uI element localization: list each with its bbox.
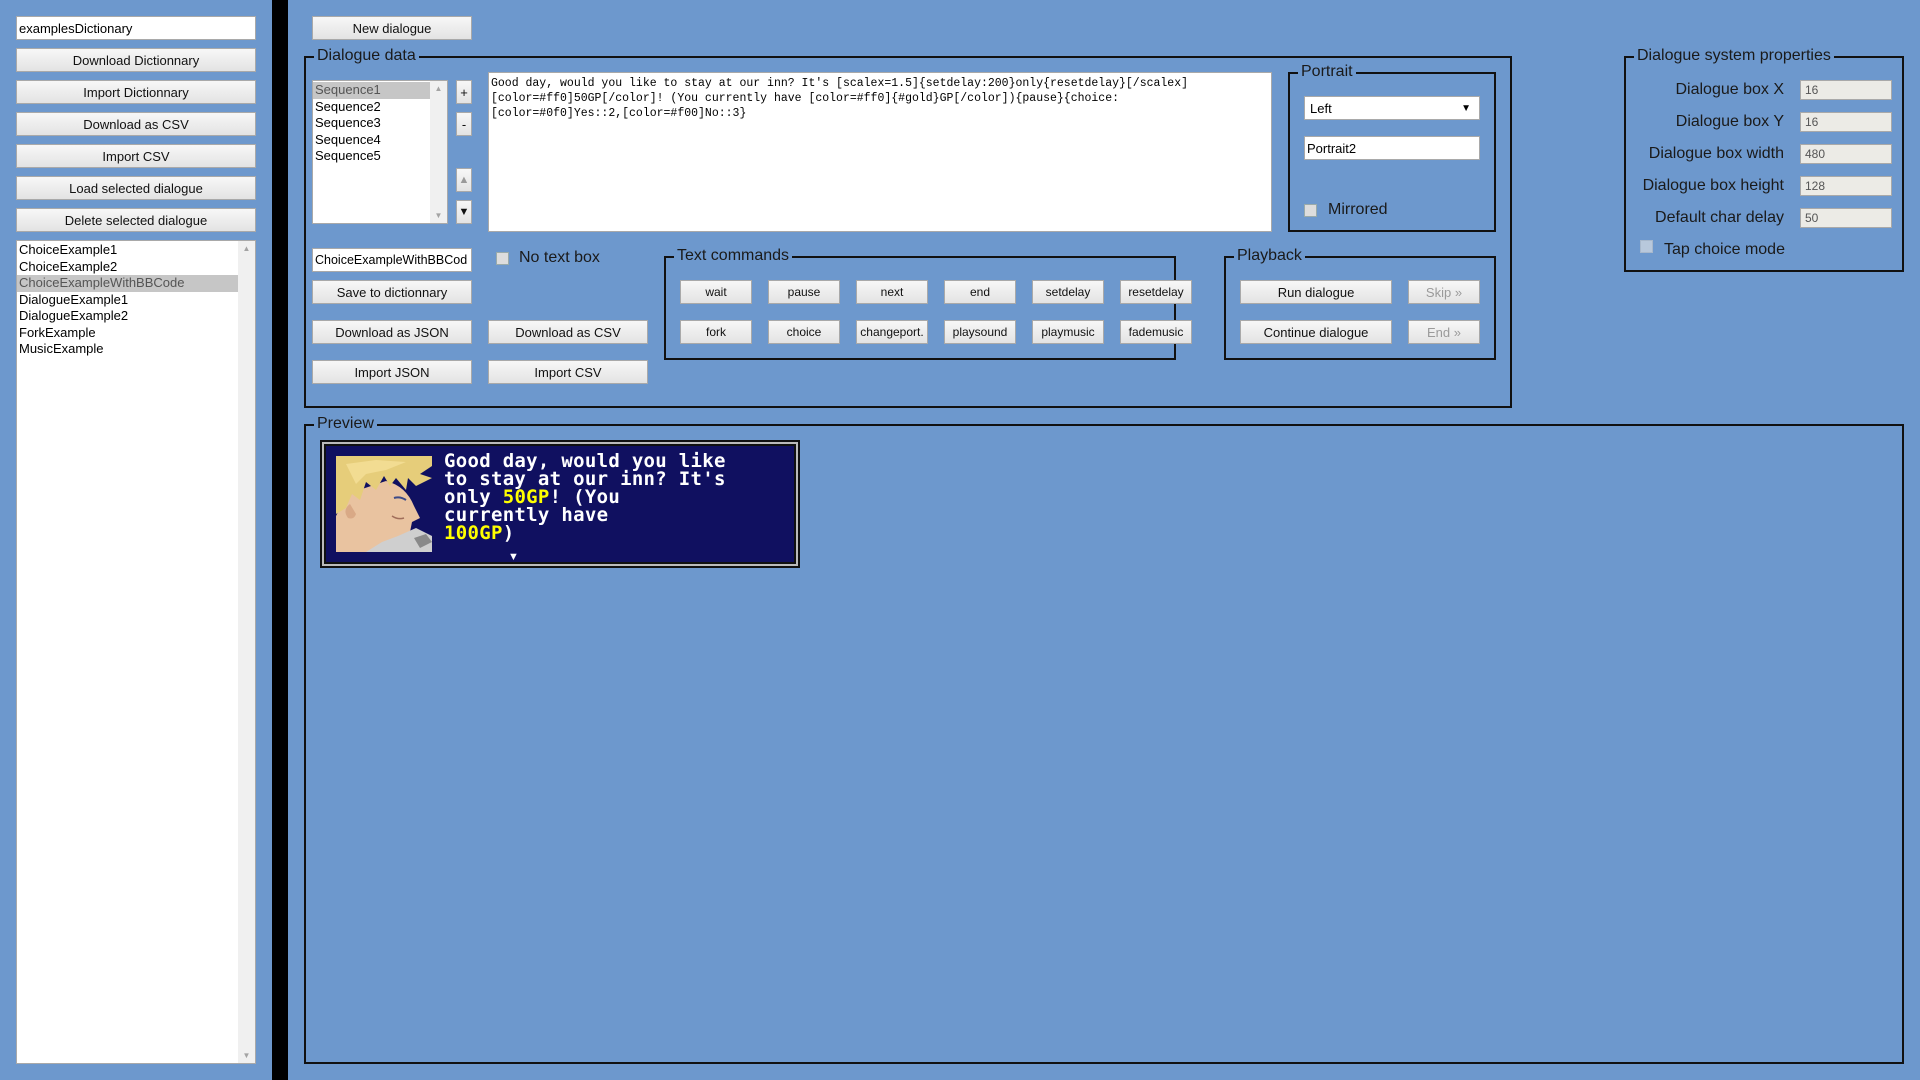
- new-dialogue-button[interactable]: New dialogue: [312, 16, 472, 40]
- property-label: Dialogue box Y: [1675, 113, 1784, 130]
- character-portrait: [336, 456, 432, 552]
- portrait-position-value: Left: [1310, 100, 1332, 116]
- sequence-list-item[interactable]: Sequence2: [313, 99, 447, 116]
- import-dialogue-csv-button[interactable]: Import CSV: [488, 360, 648, 384]
- import-csv-button[interactable]: Import CSV: [16, 144, 256, 168]
- dialogue-list-item[interactable]: DialogueExample2: [17, 308, 255, 325]
- property-value-input[interactable]: 16: [1800, 112, 1892, 132]
- command-wait-button[interactable]: wait: [680, 280, 752, 304]
- move-sequence-down-button[interactable]: ▼: [456, 200, 472, 224]
- portrait-name-input[interactable]: Portrait2: [1304, 136, 1480, 160]
- dictionary-name-input[interactable]: examplesDictionary: [16, 16, 256, 40]
- property-label: Default char delay: [1655, 209, 1784, 226]
- portrait-legend: Portrait: [1298, 63, 1356, 81]
- scroll-down-icon[interactable]: ▼: [238, 1051, 255, 1060]
- property-label: Dialogue box width: [1648, 145, 1784, 162]
- sequence-list-scrollbar[interactable]: ▲ ▼: [430, 81, 447, 223]
- no-text-box-label: No text box: [519, 249, 600, 266]
- preview-dialogue-box[interactable]: Good day, would you like to stay at our i…: [320, 440, 800, 568]
- scroll-down-icon[interactable]: ▼: [430, 211, 447, 220]
- end-button[interactable]: End »: [1408, 320, 1480, 344]
- properties-legend: Dialogue system properties: [1634, 47, 1834, 65]
- dialogue-list-item[interactable]: MusicExample: [17, 341, 255, 358]
- run-dialogue-button[interactable]: Run dialogue: [1240, 280, 1392, 304]
- command-playsound-button[interactable]: playsound: [944, 320, 1016, 344]
- mirrored-label: Mirrored: [1328, 201, 1388, 218]
- no-text-box-checkbox[interactable]: [496, 252, 509, 265]
- command-choice-button[interactable]: choice: [768, 320, 840, 344]
- playback-legend: Playback: [1234, 247, 1305, 265]
- continue-dialogue-button[interactable]: Continue dialogue: [1240, 320, 1392, 344]
- property-value-input[interactable]: 16: [1800, 80, 1892, 100]
- property-label: Dialogue box height: [1642, 177, 1784, 194]
- dialogue-data-legend: Dialogue data: [314, 47, 419, 65]
- preview-legend: Preview: [314, 415, 377, 433]
- portrait-image-icon: [336, 456, 432, 552]
- panel-divider[interactable]: [272, 0, 288, 1080]
- command-playmusic-button[interactable]: playmusic: [1032, 320, 1104, 344]
- preview-highlight-text: 100GP: [444, 522, 503, 544]
- command-end-button[interactable]: end: [944, 280, 1016, 304]
- import-json-button[interactable]: Import JSON: [312, 360, 472, 384]
- sequence-list-item[interactable]: Sequence1: [313, 82, 447, 99]
- save-to-dictionary-button[interactable]: Save to dictionnary: [312, 280, 472, 304]
- move-sequence-up-button[interactable]: ▲: [456, 168, 472, 192]
- dialogue-list-item[interactable]: ForkExample: [17, 325, 255, 342]
- command-setdelay-button[interactable]: setdelay: [1032, 280, 1104, 304]
- dialogue-list-item[interactable]: ChoiceExampleWithBBCode: [17, 275, 255, 292]
- sequence-list[interactable]: Sequence1 Sequence2 Sequence3 Sequence4 Sequ…: [312, 80, 448, 224]
- property-value-input[interactable]: 50: [1800, 208, 1892, 228]
- dialogue-list-scrollbar[interactable]: ▲ ▼: [238, 241, 255, 1063]
- dialogue-text-editor[interactable]: Good day, would you like to stay at our …: [488, 72, 1272, 232]
- download-dictionary-button[interactable]: Download Dictionnary: [16, 48, 256, 72]
- sequence-list-item[interactable]: Sequence3: [313, 115, 447, 132]
- property-label: Dialogue box X: [1675, 81, 1784, 98]
- dialogue-list[interactable]: ChoiceExample1 ChoiceExample2 ChoiceExampl…: [16, 240, 256, 1064]
- dialogue-list-item[interactable]: ChoiceExample1: [17, 242, 255, 259]
- skip-button[interactable]: Skip »: [1408, 280, 1480, 304]
- add-sequence-button[interactable]: +: [456, 80, 472, 104]
- dialogue-list-item[interactable]: DialogueExample1: [17, 292, 255, 309]
- text-commands-panel: Text commands: [664, 247, 1176, 360]
- mirrored-checkbox[interactable]: [1304, 204, 1317, 217]
- sequence-list-item[interactable]: Sequence4: [313, 132, 447, 149]
- dialogue-list-item[interactable]: ChoiceExample2: [17, 259, 255, 276]
- dialogue-name-input[interactable]: ChoiceExampleWithBBCod: [312, 248, 472, 272]
- scroll-up-icon[interactable]: ▲: [238, 244, 255, 253]
- tap-choice-label: Tap choice mode: [1664, 241, 1785, 258]
- continue-arrow-icon: ▼: [508, 551, 519, 563]
- delete-selected-dialogue-button[interactable]: Delete selected dialogue: [16, 208, 256, 232]
- preview-text: Good day, would you like to stay at our i…: [444, 452, 726, 544]
- command-next-button[interactable]: next: [856, 280, 928, 304]
- download-csv-button[interactable]: Download as CSV: [16, 112, 256, 136]
- preview-line: 100GP): [444, 522, 726, 544]
- portrait-position-select[interactable]: Left ▼: [1304, 96, 1480, 120]
- load-selected-dialogue-button[interactable]: Load selected dialogue: [16, 176, 256, 200]
- scroll-up-icon[interactable]: ▲: [430, 84, 447, 93]
- download-dialogue-csv-button[interactable]: Download as CSV: [488, 320, 648, 344]
- download-json-button[interactable]: Download as JSON: [312, 320, 472, 344]
- command-fademusic-button[interactable]: fademusic: [1120, 320, 1192, 344]
- command-resetdelay-button[interactable]: resetdelay: [1120, 280, 1192, 304]
- import-dictionary-button[interactable]: Import Dictionnary: [16, 80, 256, 104]
- tap-choice-checkbox[interactable]: [1640, 240, 1653, 253]
- command-changeport-button[interactable]: changeport.: [856, 320, 928, 344]
- property-value-input[interactable]: 128: [1800, 176, 1892, 196]
- preview-text-segment: ): [502, 522, 515, 544]
- sequence-list-item[interactable]: Sequence5: [313, 148, 447, 165]
- text-commands-legend: Text commands: [674, 247, 793, 265]
- playback-panel: Playback: [1224, 247, 1496, 360]
- command-pause-button[interactable]: pause: [768, 280, 840, 304]
- chevron-down-icon: ▼: [1461, 102, 1471, 114]
- property-value-input[interactable]: 480: [1800, 144, 1892, 164]
- remove-sequence-button[interactable]: -: [456, 112, 472, 136]
- command-fork-button[interactable]: fork: [680, 320, 752, 344]
